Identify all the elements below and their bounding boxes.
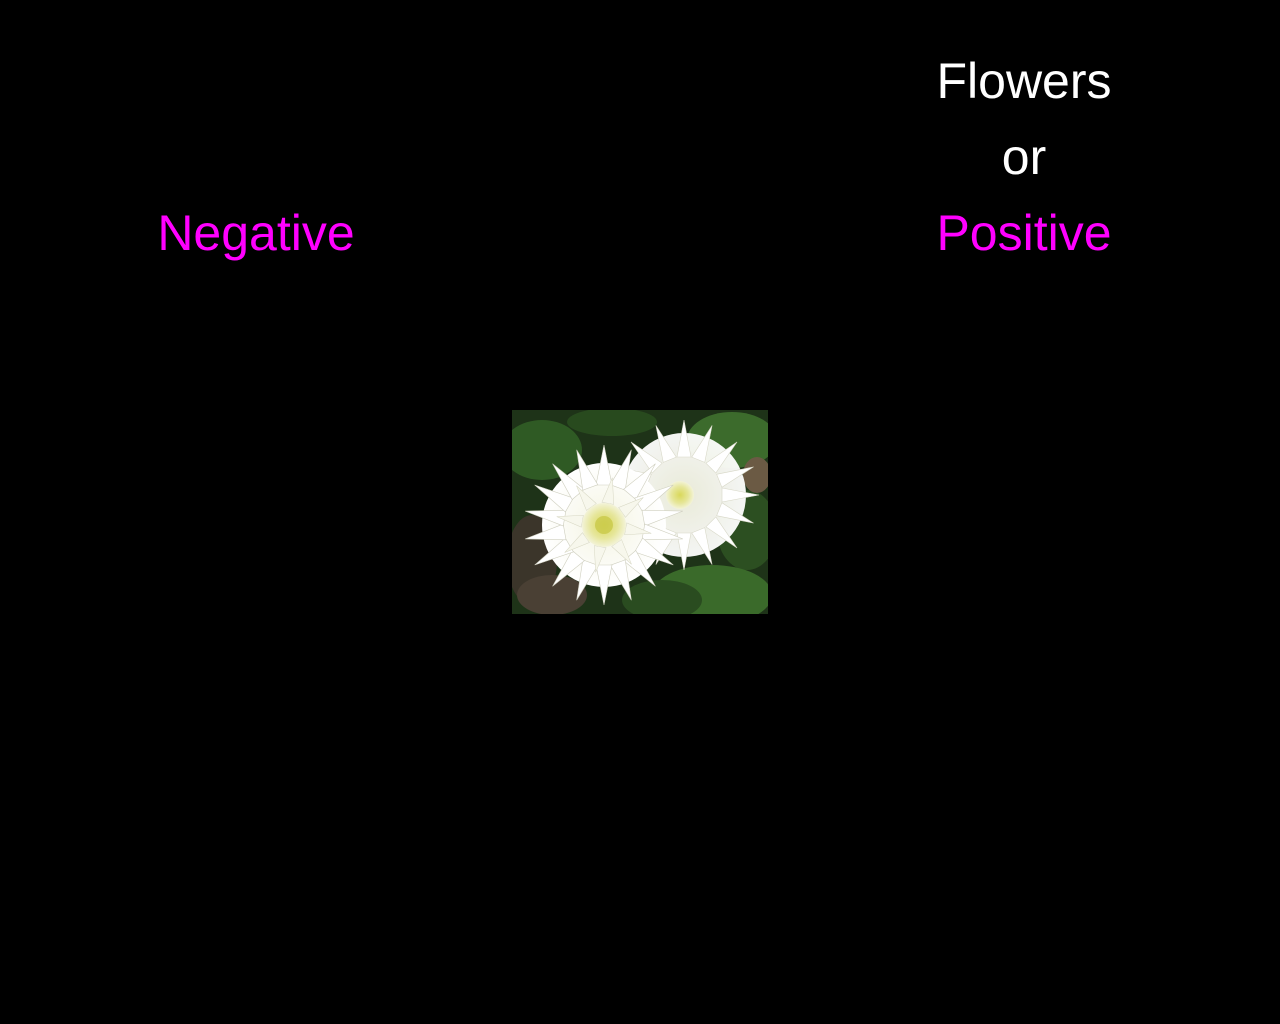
- stimulus-image: [512, 410, 768, 614]
- flower-photo-icon: [512, 410, 768, 614]
- right-category-bottom-label: Positive: [936, 205, 1112, 261]
- right-category-top-label: Flowers: [936, 53, 1112, 109]
- iat-task-screen: Negative Flowers or Positive: [0, 0, 1280, 1024]
- right-category-connector: or: [1001, 129, 1047, 185]
- left-category-label: Negative: [157, 205, 355, 261]
